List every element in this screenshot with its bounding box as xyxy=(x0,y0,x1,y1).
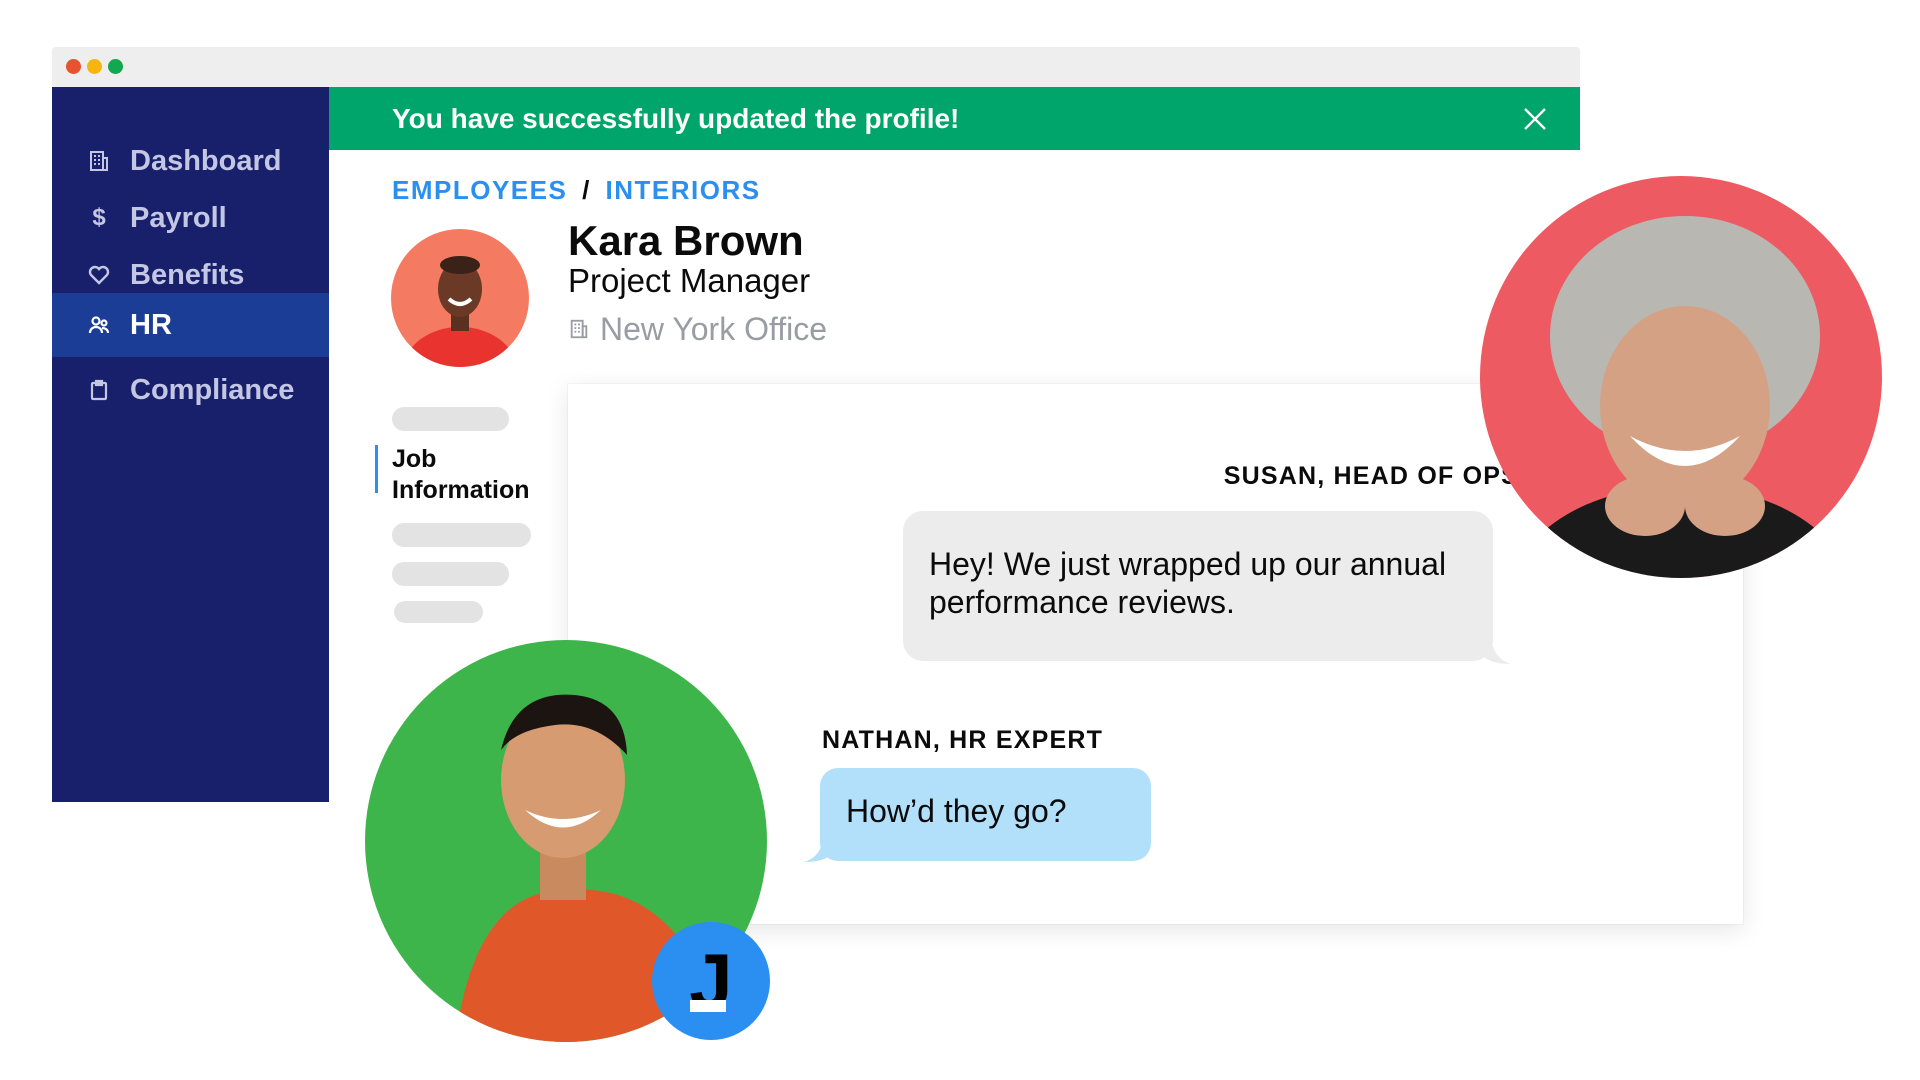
success-banner: You have successfully updated the profil… xyxy=(329,87,1580,150)
sender-susan: SUSAN, HEAD OF OPS xyxy=(1223,462,1519,490)
sidebar-item-compliance[interactable]: Compliance xyxy=(52,351,329,429)
clipboard-icon xyxy=(86,377,112,403)
sidebar-item-label: Benefits xyxy=(130,258,245,291)
dollar-icon: $ xyxy=(92,204,106,231)
bubble-tail xyxy=(804,844,832,862)
breadcrumb-separator: / xyxy=(582,175,591,205)
breadcrumb-employees[interactable]: EMPLOYEES xyxy=(392,175,567,205)
people-icon xyxy=(86,312,112,338)
breadcrumb-interiors[interactable]: INTERIORS xyxy=(606,175,761,205)
sidebar-item-hr[interactable]: HR xyxy=(52,293,329,357)
banner-message: You have successfully updated the profil… xyxy=(392,102,960,134)
sidebar-item-label: Payroll xyxy=(130,201,227,234)
badge-underline xyxy=(690,1000,726,1012)
sender-nathan: NATHAN, HR EXPERT xyxy=(822,726,1104,754)
jobs-badge: J xyxy=(652,922,770,1040)
tab-job-information[interactable]: Job Information xyxy=(392,444,552,506)
nav-placeholder xyxy=(394,601,483,623)
bubble-tail xyxy=(1483,646,1511,664)
profile-name: Kara Brown xyxy=(568,217,804,264)
badge-letter: J xyxy=(689,936,733,1025)
nav-placeholder xyxy=(392,562,509,586)
building-icon xyxy=(86,148,112,174)
sidebar-item-label: HR xyxy=(130,308,172,341)
nav-placeholder xyxy=(392,407,509,431)
breadcrumb: EMPLOYEES / INTERIORS xyxy=(392,175,761,206)
nav-placeholder xyxy=(392,523,531,547)
heart-icon xyxy=(86,262,112,288)
maximize-window-dot[interactable] xyxy=(108,59,123,74)
active-tab-indicator xyxy=(375,445,378,493)
building-icon xyxy=(568,311,600,348)
message-bubble-nathan: How’d they go? xyxy=(820,768,1151,861)
profile-role: Project Manager xyxy=(568,262,811,299)
office-label: New York Office xyxy=(600,311,828,347)
profile-office: New York Office xyxy=(568,311,827,348)
avatar-susan xyxy=(1480,176,1882,578)
profile-avatar xyxy=(391,229,529,367)
sidebar-item-label: Dashboard xyxy=(130,144,282,177)
close-icon[interactable] xyxy=(1520,104,1550,134)
message-bubble-susan: Hey! We just wrapped up our annual perfo… xyxy=(903,511,1493,661)
close-window-dot[interactable] xyxy=(66,59,81,74)
minimize-window-dot[interactable] xyxy=(87,59,102,74)
sidebar-item-label: Compliance xyxy=(130,373,295,406)
title-bar xyxy=(52,47,1580,87)
sidebar: Dashboard $ Payroll Benefits HR Complian… xyxy=(52,87,329,802)
